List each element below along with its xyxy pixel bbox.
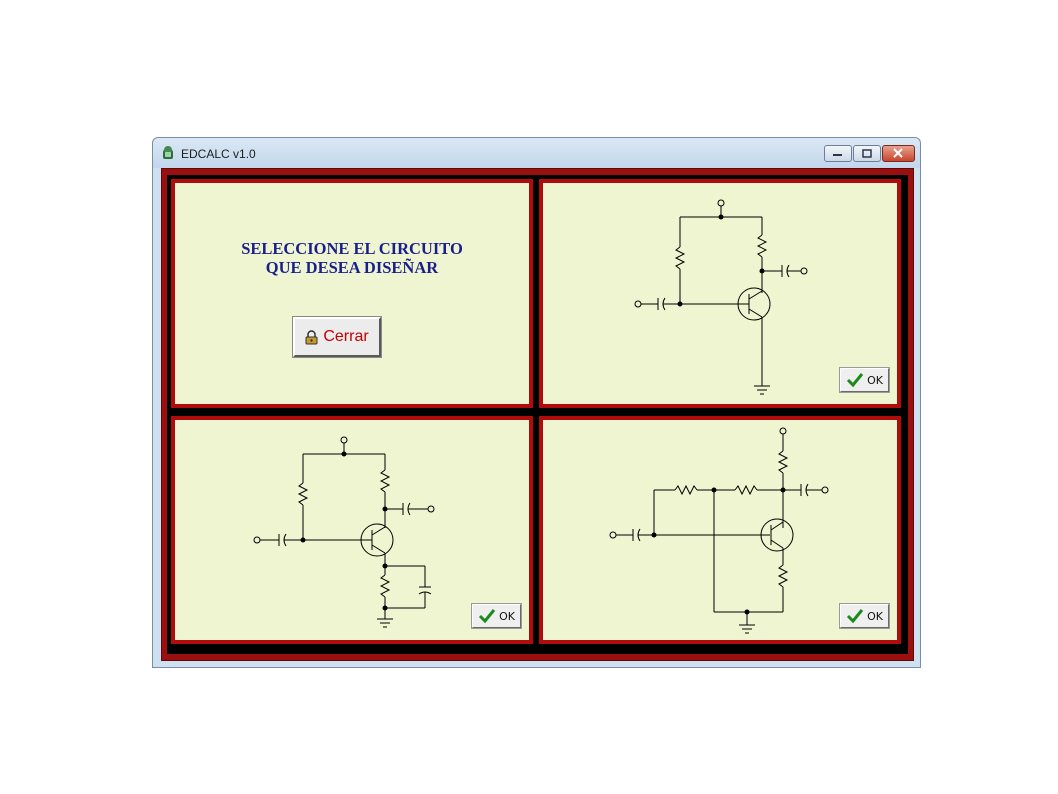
- circuit-panel-3: OK: [539, 416, 901, 644]
- window-title: EDCALC v1.0: [181, 147, 256, 161]
- maximize-icon: [862, 149, 872, 158]
- client-area: SELECCIONE EL CIRCUITO QUE DESEA DISEÑAR…: [161, 168, 914, 661]
- checkmark-icon: [847, 373, 864, 388]
- ok-button-circuit-3[interactable]: OK: [839, 603, 890, 629]
- circuit-panel-2: OK: [171, 416, 533, 644]
- app-window: EDCALC v1.0 SELECCIONE EL CIRCUITO QUE D…: [152, 137, 921, 668]
- close-window-button[interactable]: [882, 145, 915, 162]
- select-heading: SELECCIONE EL CIRCUITO QUE DESEA DISEÑAR: [175, 239, 529, 277]
- cerrar-label: Cerrar: [323, 328, 369, 345]
- checkmark-icon: [479, 609, 496, 624]
- close-icon: [893, 148, 903, 158]
- ok-button-circuit-2[interactable]: OK: [471, 603, 522, 629]
- maximize-button[interactable]: [853, 145, 881, 162]
- ok-label: OK: [867, 609, 883, 623]
- heading-line-1: SELECCIONE EL CIRCUITO: [241, 239, 463, 258]
- ok-label: OK: [499, 609, 515, 623]
- panel-grid: SELECCIONE EL CIRCUITO QUE DESEA DISEÑAR…: [167, 175, 908, 654]
- checkmark-icon: [847, 609, 864, 624]
- circuit-panel-1: OK: [539, 179, 901, 408]
- padlock-icon: [305, 329, 318, 344]
- ok-button-circuit-1[interactable]: OK: [839, 367, 890, 393]
- minimize-icon: [833, 154, 842, 156]
- title-bar[interactable]: EDCALC v1.0: [153, 138, 920, 168]
- ok-label: OK: [867, 373, 883, 387]
- select-panel: SELECCIONE EL CIRCUITO QUE DESEA DISEÑAR…: [171, 179, 533, 408]
- minimize-button[interactable]: [824, 145, 852, 162]
- android-app-icon: [163, 146, 173, 159]
- heading-line-2: QUE DESEA DISEÑAR: [265, 258, 439, 277]
- cerrar-button[interactable]: Cerrar: [292, 316, 382, 358]
